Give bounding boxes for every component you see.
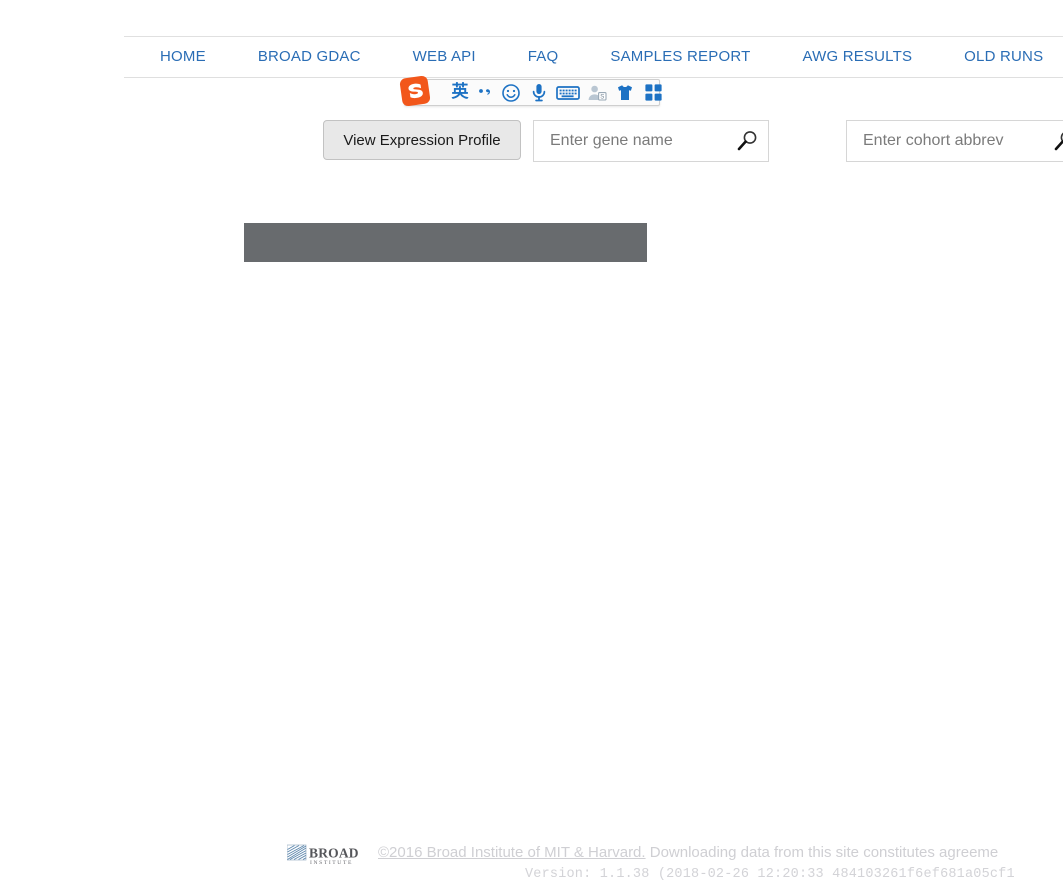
nav-broad-gdac[interactable]: BROAD GDAC bbox=[232, 37, 387, 77]
soft-keyboard-icon[interactable] bbox=[553, 80, 583, 105]
sogou-logo-icon[interactable] bbox=[396, 72, 434, 110]
main-navigation: HOME BROAD GDAC WEB API FAQ SAMPLES REPO… bbox=[124, 36, 1063, 78]
nav-item-home[interactable]: HOME bbox=[124, 37, 232, 77]
expression-profile-placeholder bbox=[244, 223, 647, 262]
view-expression-profile-button[interactable]: View Expression Profile bbox=[323, 120, 521, 160]
gene-search-input[interactable] bbox=[548, 131, 734, 151]
nav-item-samples-report[interactable]: SAMPLES REPORT bbox=[584, 37, 776, 77]
sogou-ime-toolbar[interactable]: 英 S bbox=[404, 79, 662, 106]
nav-awg-results[interactable]: AWG RESULTS bbox=[776, 37, 938, 77]
nav-home[interactable]: HOME bbox=[124, 37, 232, 77]
user-account-icon[interactable]: S bbox=[583, 80, 611, 105]
skin-theme-icon[interactable] bbox=[611, 80, 639, 105]
nav-old-runs[interactable]: OLD RUNS bbox=[938, 37, 1063, 77]
nav-list: HOME BROAD GDAC WEB API FAQ SAMPLES REPO… bbox=[124, 37, 1063, 77]
input-mode-english-icon[interactable]: 英 bbox=[447, 80, 473, 105]
emoji-icon[interactable] bbox=[497, 80, 525, 105]
cohort-search-input[interactable] bbox=[861, 131, 1051, 151]
svg-text:S: S bbox=[600, 94, 604, 100]
copyright-text: Downloading data from this site constitu… bbox=[645, 844, 999, 861]
nav-samples-report[interactable]: SAMPLES REPORT bbox=[584, 37, 776, 77]
svg-text:BROAD: BROAD bbox=[309, 846, 359, 861]
nav-item-awg-results[interactable]: AWG RESULTS bbox=[776, 37, 938, 77]
punctuation-mode-icon[interactable] bbox=[473, 80, 497, 105]
nav-item-web-api[interactable]: WEB API bbox=[387, 37, 502, 77]
voice-input-icon[interactable] bbox=[525, 80, 553, 105]
toolbox-icon[interactable] bbox=[639, 80, 667, 105]
copyright-link[interactable]: ©2016 Broad Institute of MIT & Harvard. bbox=[378, 844, 646, 861]
nav-item-old-runs[interactable]: OLD RUNS bbox=[938, 37, 1063, 77]
search-icon[interactable] bbox=[734, 128, 760, 154]
nav-web-api[interactable]: WEB API bbox=[387, 37, 502, 77]
broad-institute-logo: BROAD INSTITUTE bbox=[286, 844, 373, 866]
nav-item-broad-gdac[interactable]: BROAD GDAC bbox=[232, 37, 387, 77]
search-icon[interactable] bbox=[1051, 128, 1063, 154]
svg-text:INSTITUTE: INSTITUTE bbox=[310, 860, 353, 866]
gene-search-box[interactable] bbox=[533, 120, 769, 162]
page-footer: BROAD INSTITUTE ©2016 Broad Institute of… bbox=[0, 420, 1063, 882]
footer-copyright: ©2016 Broad Institute of MIT & Harvard. … bbox=[378, 843, 1063, 863]
cohort-search-box[interactable] bbox=[846, 120, 1063, 162]
query-controls: View Expression Profile bbox=[0, 120, 1063, 164]
nav-item-faq[interactable]: FAQ bbox=[502, 37, 585, 77]
nav-faq[interactable]: FAQ bbox=[502, 37, 585, 77]
page-root: HOME BROAD GDAC WEB API FAQ SAMPLES REPO… bbox=[0, 0, 1063, 882]
footer-version: Version: 1.1.38 (2018-02-26 12:20:33 484… bbox=[525, 867, 1015, 882]
